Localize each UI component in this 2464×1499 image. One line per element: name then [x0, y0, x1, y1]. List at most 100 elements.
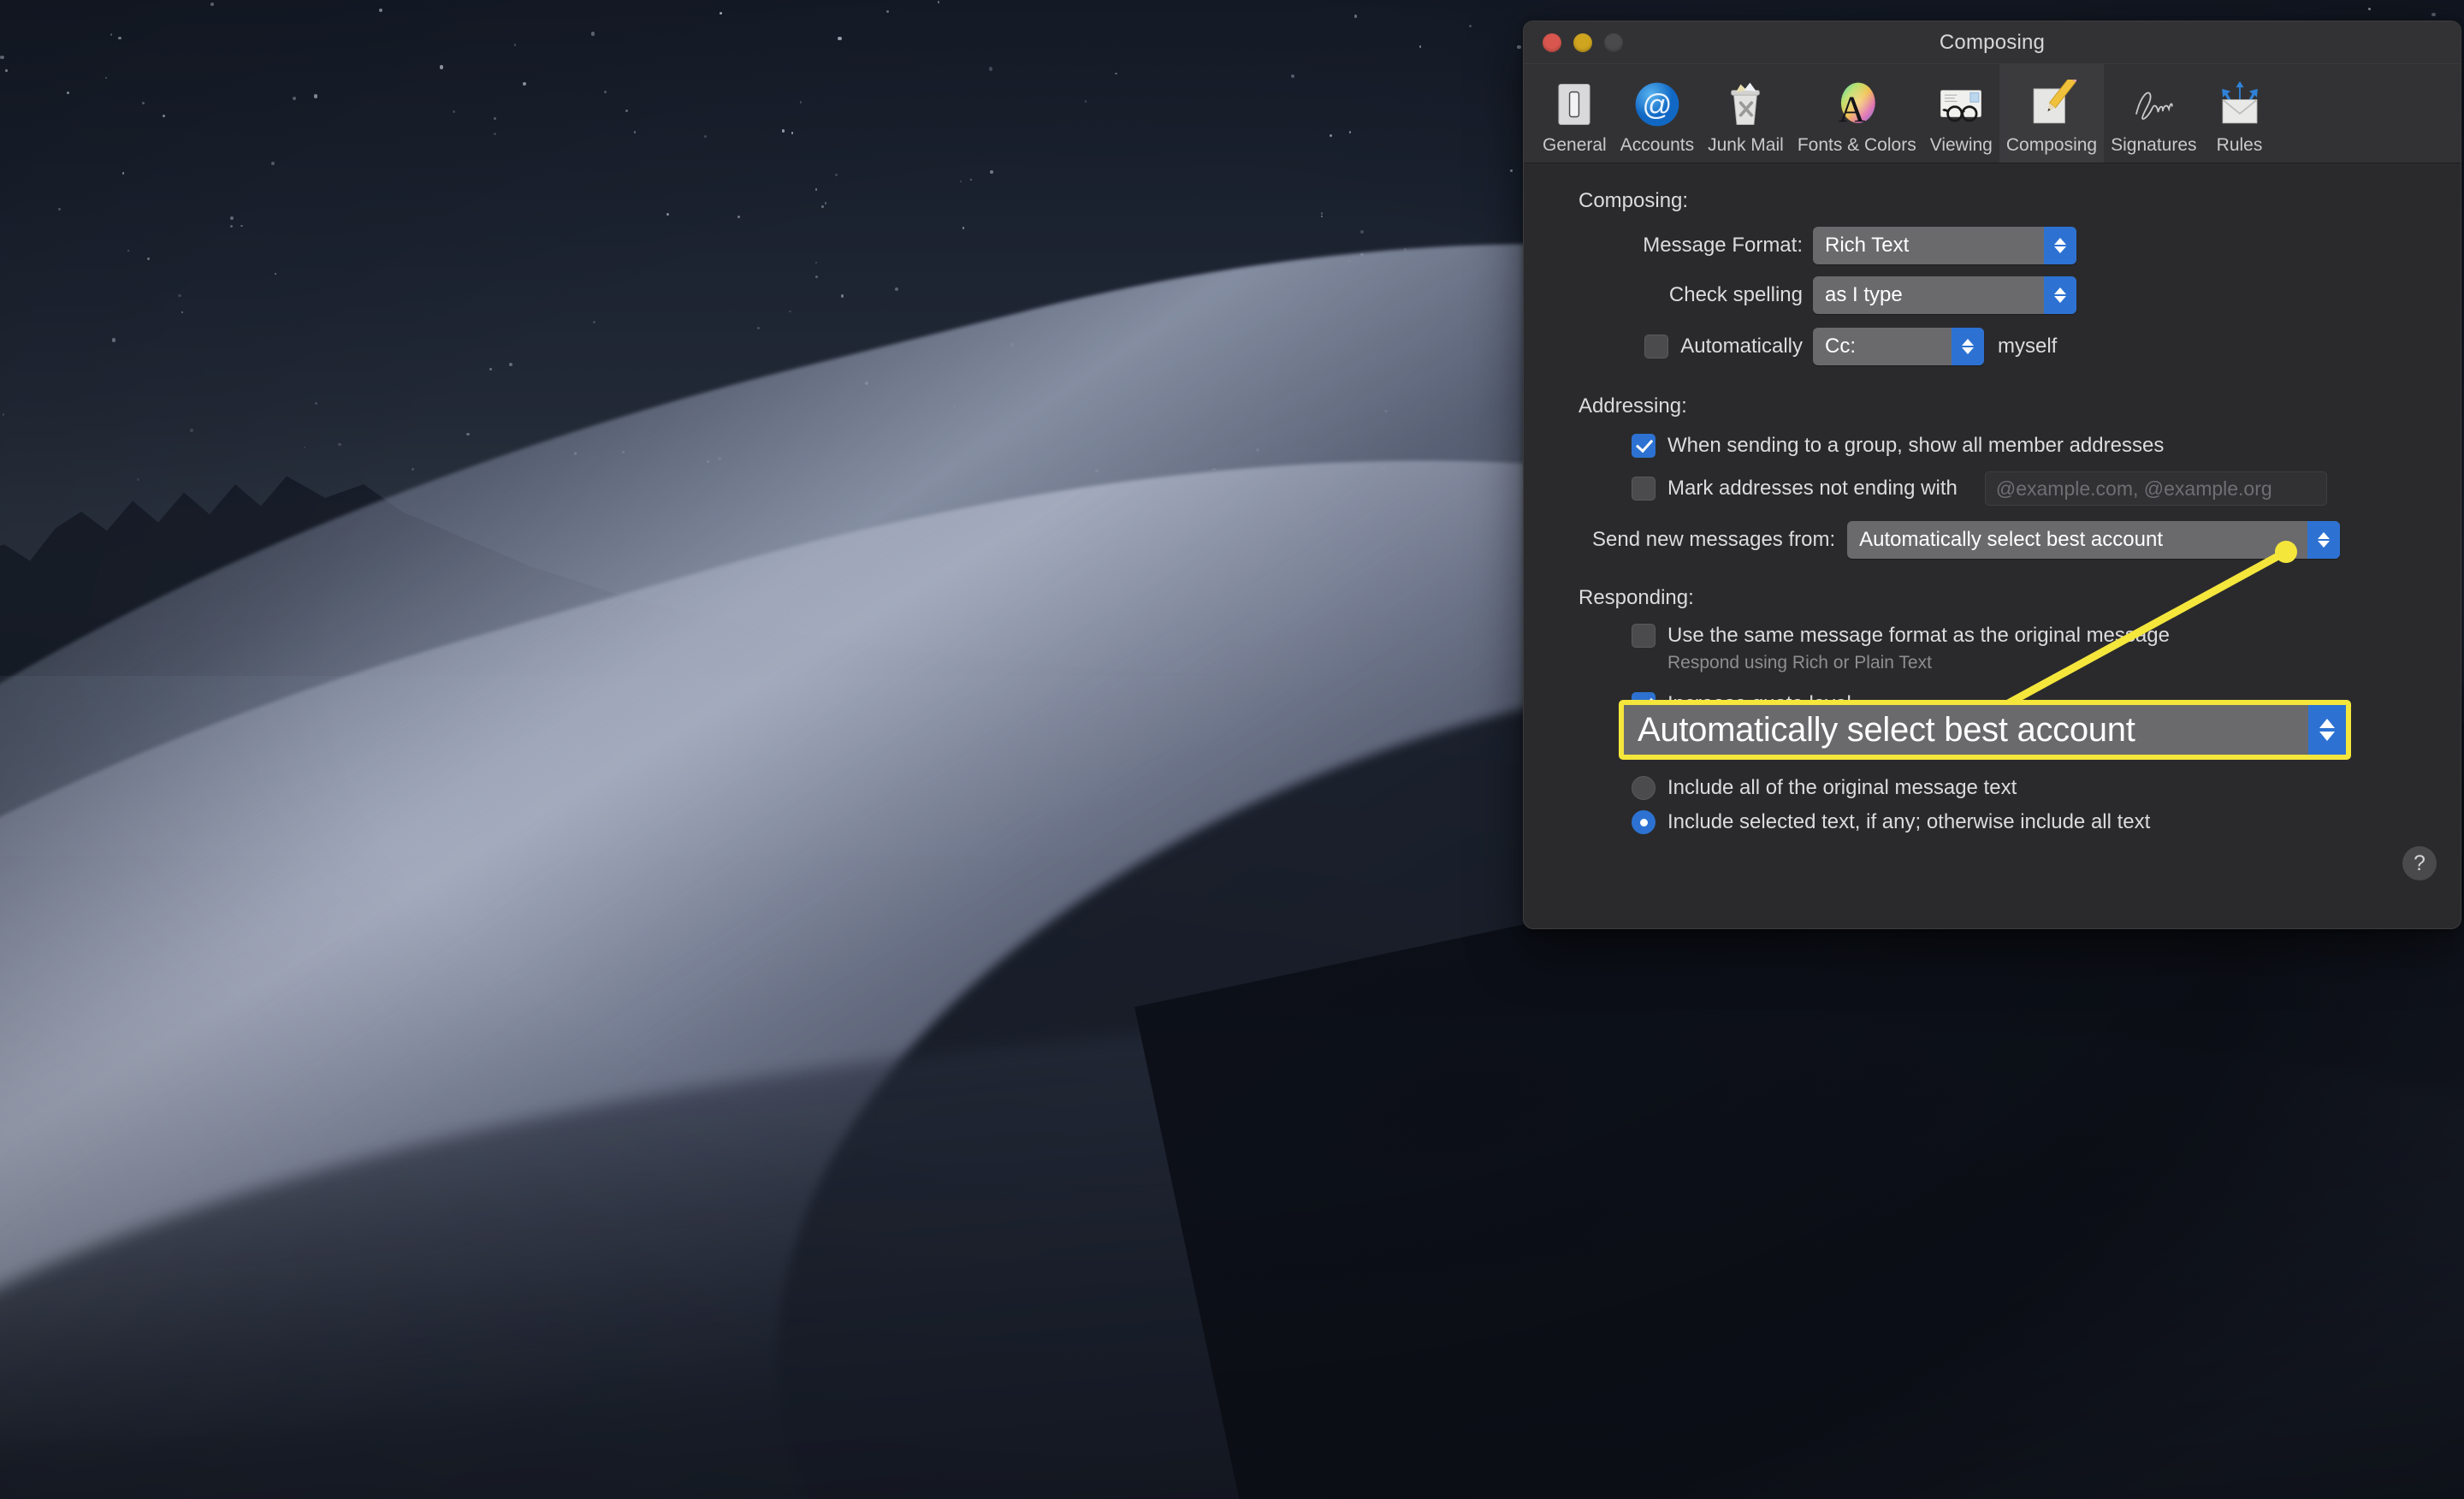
star-icon [5, 69, 8, 72]
toolbar-item-rules[interactable]: Rules [2204, 63, 2276, 163]
svg-text:@: @ [1642, 89, 1672, 121]
star-icon [835, 174, 838, 176]
toolbar-item-label: Junk Mail [1708, 135, 1784, 155]
mark-addresses-input[interactable]: @example.com, @example.org [1984, 471, 2327, 506]
star-icon [1419, 45, 1422, 48]
star-icon [719, 11, 723, 15]
toolbar-item-viewing[interactable]: Viewing [1923, 63, 1999, 163]
toolbar-item-signatures[interactable]: Signatures [2104, 63, 2203, 163]
cc-bcc-select[interactable]: Cc: [1813, 328, 1984, 365]
star-icon [625, 109, 629, 112]
star-icon [104, 76, 107, 80]
toolbar-item-fonts-colors[interactable]: A Fonts & Colors [1791, 63, 1923, 163]
star-icon [493, 117, 496, 121]
toolbar-item-general[interactable]: General [1536, 63, 1614, 163]
toolbar-item-label: Accounts [1620, 135, 1695, 155]
star-icon [1321, 212, 1324, 215]
star-icon [1359, 229, 1364, 234]
star-icon [1517, 44, 1521, 50]
check-spelling-select[interactable]: as I type [1813, 276, 2076, 314]
magnified-send-from-value: Automatically select best account [1638, 710, 2135, 749]
star-icon [1468, 24, 1472, 27]
mark-addresses-checkbox[interactable] [1632, 477, 1656, 501]
star-icon [2431, 12, 2436, 17]
star-icon [886, 10, 890, 14]
automatically-cc-checkbox[interactable] [1644, 335, 1669, 358]
toolbar-item-label: Fonts & Colors [1797, 135, 1916, 155]
star-icon [703, 134, 708, 139]
stepper-chevrons-icon [1952, 328, 1984, 365]
toolbar-item-accounts[interactable]: @ Accounts [1614, 63, 1701, 163]
quote-all-radio[interactable] [1632, 776, 1656, 800]
star-icon [591, 32, 595, 36]
star-icon [137, 478, 140, 481]
toolbar-item-junk-mail[interactable]: Junk Mail [1701, 63, 1791, 163]
toolbar-item-composing[interactable]: Composing [1999, 63, 2105, 163]
star-icon [1320, 215, 1324, 218]
same-format-checkbox[interactable] [1632, 624, 1656, 648]
star-icon [314, 401, 317, 405]
general-switch-icon [1547, 77, 1602, 132]
star-icon [163, 115, 165, 117]
star-icon [412, 467, 415, 471]
stepper-chevrons-icon [2044, 227, 2076, 264]
star-icon [937, 0, 940, 3]
star-icon [67, 92, 70, 95]
window-titlebar: Composing [1524, 21, 2461, 64]
preferences-toolbar: General @ Accounts Junk Mail A Fonts & C… [1524, 63, 2461, 163]
star-icon [1510, 169, 1513, 172]
trash-can-icon [1718, 77, 1773, 132]
star-icon [147, 258, 150, 260]
signature-icon [2126, 77, 2181, 132]
star-icon [1290, 74, 1294, 78]
star-icon [895, 287, 899, 291]
quote-selected-radio[interactable] [1632, 810, 1656, 834]
star-icon [240, 224, 244, 228]
stepper-chevrons-icon [2307, 521, 2341, 559]
star-icon [230, 216, 234, 220]
star-icon [593, 320, 596, 323]
star-icon [1330, 134, 1333, 138]
envelope-arrows-icon [2212, 77, 2267, 132]
check-spelling-label: Check spelling [1668, 283, 1803, 306]
star-icon [493, 133, 496, 136]
star-icon [190, 429, 194, 433]
star-icon [820, 205, 824, 209]
cc-value: Cc: [1825, 335, 1856, 358]
group-addresses-label: When sending to a group, show all member… [1667, 434, 2165, 457]
mail-preferences-window: Composing General @ Accounts Junk Mail A… [1523, 21, 2461, 929]
star-icon [815, 276, 818, 278]
mark-addresses-label: Mark addresses not ending with [1667, 477, 1958, 500]
addressing-heading: Addressing: [1578, 394, 1687, 418]
star-icon [439, 65, 443, 69]
star-icon [799, 101, 803, 104]
star-icon [989, 170, 993, 174]
send-from-select[interactable]: Automatically select best account [1847, 521, 2341, 559]
star-icon [791, 132, 794, 134]
star-icon [962, 227, 965, 230]
star-icon [1084, 100, 1087, 104]
at-sign-icon: @ [1630, 77, 1685, 132]
star-icon [633, 130, 637, 133]
group-addresses-checkbox[interactable] [1632, 434, 1656, 458]
toolbar-item-label: General [1543, 135, 1607, 155]
star-icon [1353, 15, 1357, 18]
star-icon [121, 171, 125, 175]
send-from-value: Automatically select best account [1859, 528, 2163, 551]
same-format-sublabel: Respond using Rich or Plain Text [1667, 653, 1932, 672]
help-button[interactable]: ? [2402, 846, 2437, 880]
message-format-select[interactable]: Rich Text [1813, 227, 2076, 264]
magnified-send-from-select[interactable]: Automatically select best account [1619, 700, 2351, 760]
toolbar-item-label: Viewing [1929, 135, 1993, 155]
star-icon [781, 129, 785, 133]
star-icon [210, 2, 215, 6]
star-icon [2367, 8, 2372, 11]
star-icon [274, 272, 276, 275]
star-icon [127, 249, 129, 252]
star-icon [452, 110, 456, 114]
star-icon [2, 413, 5, 416]
star-icon [815, 261, 818, 264]
star-icon [666, 213, 670, 216]
star-icon [313, 94, 318, 98]
composing-pane: Composing: Message Format: Rich Text Che… [1524, 163, 2461, 928]
